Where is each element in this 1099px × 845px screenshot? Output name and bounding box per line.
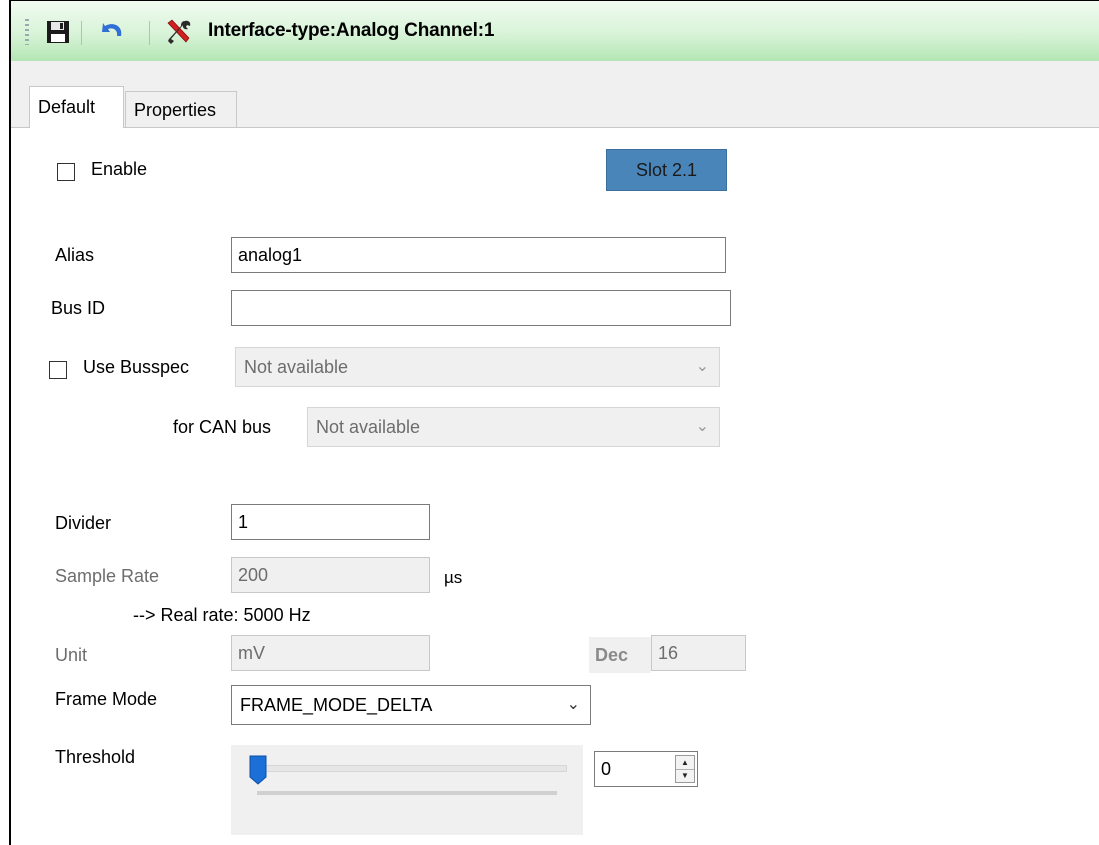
spin-up-icon[interactable]: ▲ <box>676 756 694 770</box>
bus-id-label: Bus ID <box>51 298 106 318</box>
alias-label: Alias <box>55 245 95 265</box>
alias-input[interactable]: analog1 <box>231 237 726 273</box>
threshold-value: 0 <box>601 759 612 779</box>
sample-rate-input[interactable]: 200 <box>231 557 430 593</box>
can-bus-label: for CAN bus <box>173 417 272 437</box>
tab-default[interactable]: Default <box>29 86 124 128</box>
tools-icon[interactable] <box>164 18 194 46</box>
enable-checkbox[interactable] <box>57 163 75 181</box>
divider-input[interactable]: 1 <box>231 504 430 540</box>
spin-buttons: ▲ ▼ <box>675 755 695 783</box>
toolbar-separator <box>81 21 82 45</box>
chevron-down-icon: ⌄ <box>566 696 580 713</box>
threshold-spinbox[interactable]: 0 ▲ ▼ <box>594 751 698 787</box>
slider-track <box>253 765 567 772</box>
toolbar: Interface-type:Analog Channel:1 <box>11 1 1099 62</box>
threshold-slider[interactable] <box>231 745 583 835</box>
slot-button[interactable]: Slot 2.1 <box>606 149 727 191</box>
threshold-label: Threshold <box>55 747 136 767</box>
busspec-select-value: Not available <box>244 357 349 377</box>
real-rate-text: --> Real rate: 5000 Hz <box>133 605 311 625</box>
slider-thumb[interactable] <box>249 755 267 785</box>
unit-input[interactable]: mV <box>231 635 430 671</box>
frame-mode-select[interactable]: FRAME_MODE_DELTA ⌄ <box>231 685 591 725</box>
slider-tick-bar <box>257 791 557 795</box>
frame-mode-label: Frame Mode <box>55 689 158 709</box>
use-busspec-label: Use Busspec <box>83 357 190 377</box>
config-window: Interface-type:Analog Channel:1 Default … <box>9 0 1099 845</box>
busspec-select[interactable]: Not available ⌄ <box>235 347 720 387</box>
sample-rate-label: Sample Rate <box>55 566 160 586</box>
frame-mode-select-value: FRAME_MODE_DELTA <box>240 695 433 715</box>
bus-id-input[interactable] <box>231 290 731 326</box>
chevron-down-icon: ⌄ <box>695 418 709 435</box>
sample-rate-unit: µs <box>444 568 463 587</box>
chevron-down-icon: ⌄ <box>695 358 709 375</box>
tab-properties[interactable]: Properties <box>125 91 237 127</box>
use-busspec-checkbox[interactable] <box>49 361 67 379</box>
unit-label: Unit <box>55 645 88 665</box>
undo-icon[interactable] <box>97 18 127 46</box>
divider-label: Divider <box>55 513 112 533</box>
can-bus-select[interactable]: Not available ⌄ <box>307 407 720 447</box>
save-icon[interactable] <box>43 18 73 46</box>
tab-bar: Default Properties <box>11 61 1099 128</box>
spin-down-icon[interactable]: ▼ <box>676 769 694 782</box>
toolbar-separator <box>149 21 150 45</box>
dec-label: Dec <box>589 637 651 673</box>
can-bus-select-value: Not available <box>316 417 421 437</box>
window-title: Interface-type:Analog Channel:1 <box>208 20 495 41</box>
dec-input[interactable]: 16 <box>651 635 746 671</box>
enable-label: Enable <box>91 159 148 179</box>
toolbar-grip[interactable] <box>25 19 29 45</box>
